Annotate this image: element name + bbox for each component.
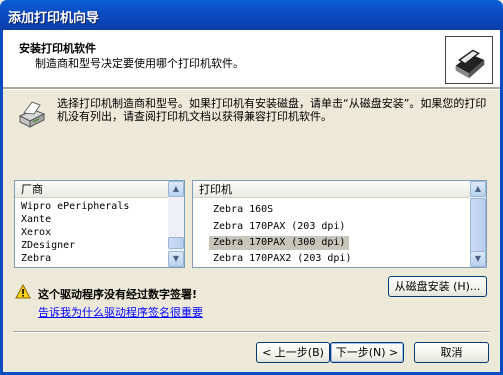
bottom-separator [13,331,490,333]
driver-signing-link[interactable]: 告诉我为什么驱动程序签名很重要 [38,304,203,320]
list-item[interactable]: Zebra 170PAX2 (203 dpi) [193,250,470,267]
warning-text: 这个驱动程序没有经过数字签署! [38,288,198,301]
have-disk-button[interactable]: 从磁盘安装 (H)... [388,276,487,297]
header-subtitle: 制造商和型号决定要使用哪个打印机软件。 [35,57,244,70]
list-item[interactable]: Xerox [15,226,168,239]
title-bar[interactable]: 添加打印机向导 [0,0,503,30]
wizard-header: 安装打印机软件 制造商和型号决定要使用哪个打印机软件。 [3,30,500,88]
list-item[interactable]: ZDesigner [15,239,168,252]
printer-icon [18,101,46,128]
header-title: 安装打印机软件 [19,42,96,55]
printer-list[interactable]: 打印机 Zebra 160S Zebra 170PAX (203 dpi) Ze… [192,180,487,268]
list-item[interactable]: Zebra [15,252,65,265]
list-item[interactable]: Zebra 160S [193,203,470,217]
warning-icon [15,284,31,299]
printer-list-header[interactable]: 打印机 [193,181,470,198]
printer-scrollbar[interactable]: ▲ ▼ [470,181,486,267]
scroll-down-icon[interactable]: ▼ [168,251,184,267]
scroll-down-icon[interactable]: ▼ [470,251,486,267]
next-button[interactable]: 下一步(N) > [330,342,404,363]
intro-text: 选择打印机制造商和型号。如果打印机有安装磁盘，请单击“从磁盘安装”。如果您的打印… [57,97,487,123]
scroll-thumb[interactable] [470,198,486,252]
cancel-button[interactable]: 取消 [414,342,489,363]
manufacturer-list-header[interactable]: 厂商 [15,181,168,198]
header-separator [3,88,500,90]
back-button[interactable]: < 上一步(B) [256,342,330,363]
window-title: 添加打印机向导 [8,11,100,26]
manufacturer-scrollbar[interactable]: ▲ ▼ [168,181,184,267]
scroll-up-icon[interactable]: ▲ [168,181,184,197]
list-item-selected[interactable]: Zebra 170PAX (300 dpi) [209,236,349,250]
list-item[interactable]: Wipro ePeripherals [15,200,168,213]
scroll-up-icon[interactable]: ▲ [470,181,486,197]
list-item[interactable]: Zebra 170PAX (203 dpi) [193,217,470,236]
list-item[interactable]: Xante [15,213,168,226]
printer-setup-icon [445,36,493,84]
manufacturer-list[interactable]: 厂商 Wipro ePeripherals Xante Xerox ZDesig… [14,180,185,268]
scroll-thumb[interactable] [168,237,184,249]
